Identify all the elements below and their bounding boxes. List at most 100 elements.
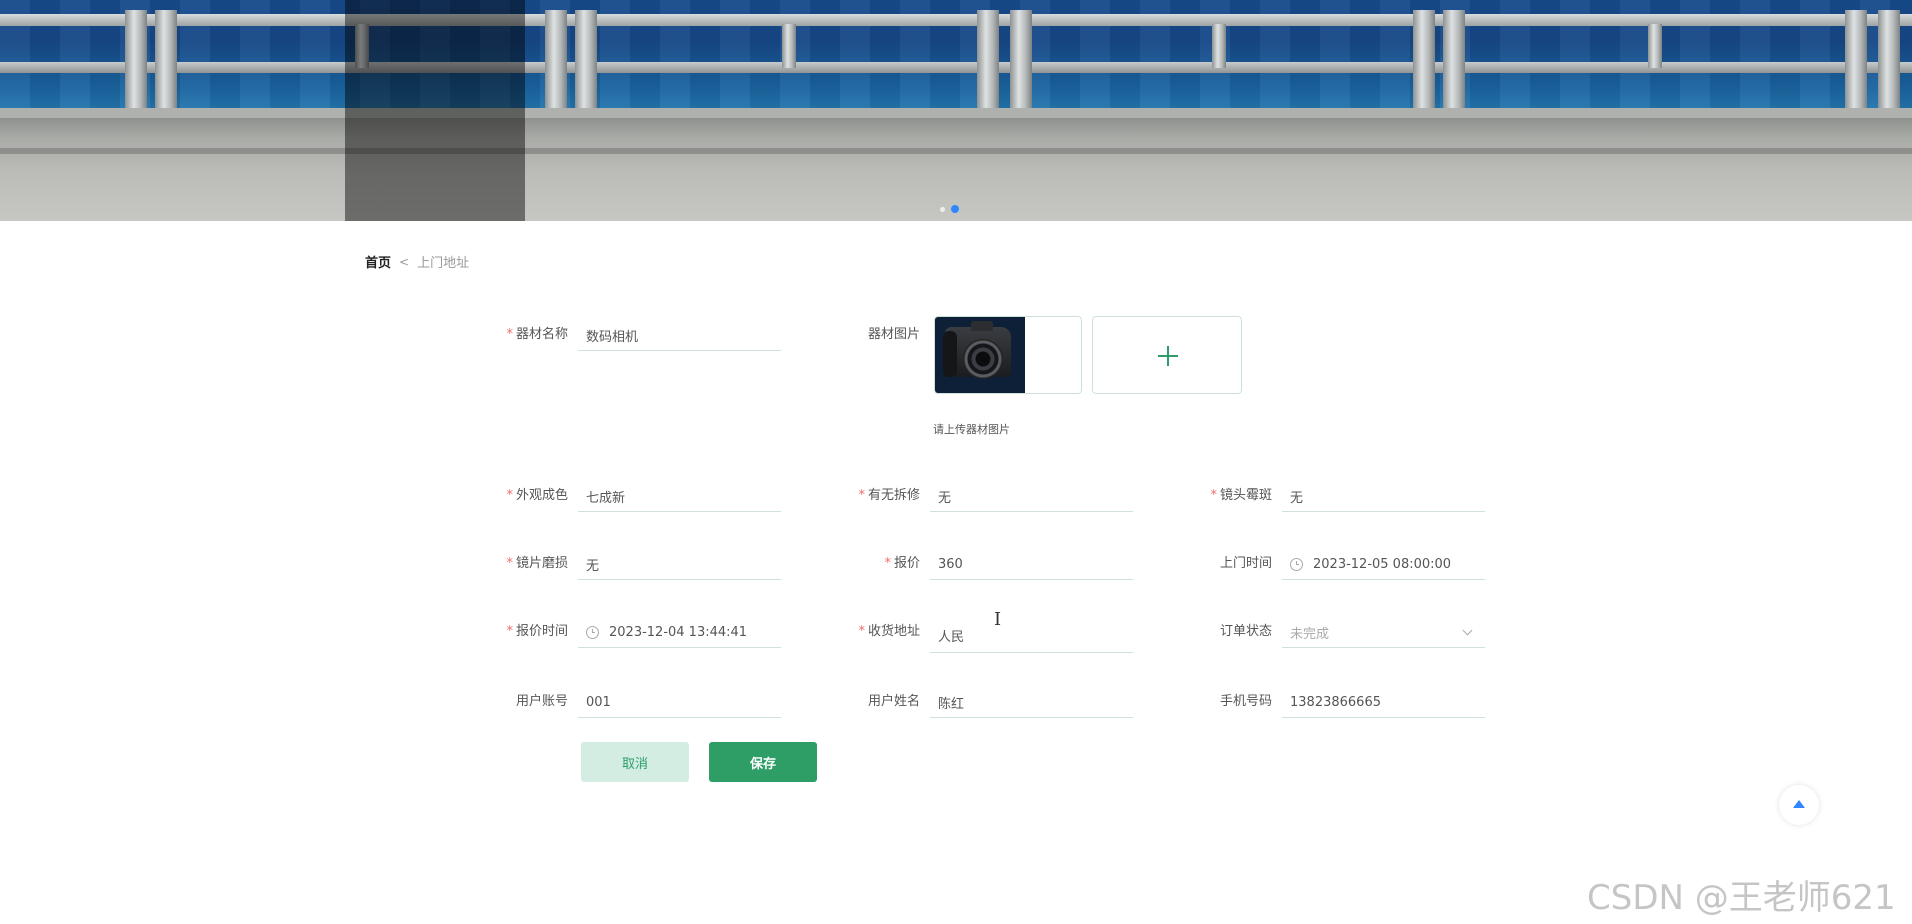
field-user-name: 用户姓名 [840, 688, 1133, 718]
field-phone: 手机号码 [1192, 688, 1485, 718]
repair-history-input[interactable] [930, 482, 1133, 512]
banner-post [1443, 10, 1465, 112]
chevron-down-icon [1462, 625, 1473, 636]
field-label-text: 报价 [893, 556, 920, 571]
required-mark: * [858, 488, 865, 503]
lens-mold-input[interactable] [1282, 482, 1485, 512]
breadcrumb-home[interactable]: 首页 [365, 252, 391, 271]
watermark: CSDN @王老师621 [1587, 878, 1896, 918]
required-mark: * [506, 327, 513, 342]
breadcrumb-separator: < [399, 254, 410, 269]
banner-post [125, 10, 147, 112]
field-label-text: 报价时间 [515, 624, 568, 639]
quote-time-value: 2023-12-04 13:44:41 [609, 625, 748, 640]
camera-photo [935, 317, 1025, 393]
banner-post [1010, 10, 1032, 112]
cancel-button[interactable]: 取消 [581, 742, 689, 782]
field-equipment-image: 器材图片 [840, 321, 920, 342]
order-status-select[interactable]: 未完成 [1282, 618, 1485, 648]
delivery-address-input[interactable] [930, 618, 1133, 653]
back-to-top-button[interactable] [1779, 785, 1819, 825]
banner-post [1878, 10, 1900, 112]
banner-post [1845, 10, 1867, 112]
banner-rail [0, 62, 1912, 73]
price-input[interactable] [930, 550, 1133, 580]
field-label: 订单状态 [1219, 624, 1272, 639]
order-status-placeholder: 未完成 [1290, 627, 1330, 642]
field-quote-time: * 报价时间 2023-12-04 13:44:41 [488, 618, 781, 648]
arrow-up-icon [1793, 800, 1805, 808]
banner-post [977, 10, 999, 112]
delivery-address-text[interactable] [938, 627, 1133, 643]
field-label: 上门时间 [1219, 556, 1272, 571]
field-order-status: 订单状态 未完成 [1192, 618, 1485, 648]
repair-history-text[interactable] [938, 489, 1133, 504]
breadcrumb-current: 上门地址 [417, 256, 470, 271]
banner-curb [0, 108, 1912, 118]
camera-top [971, 321, 993, 331]
camera-lens [963, 339, 1003, 379]
appearance-input[interactable] [578, 482, 781, 512]
clock-icon [1290, 558, 1303, 571]
field-label: 器材图片 [867, 327, 920, 342]
field-label: * 外观成色 [488, 482, 568, 503]
equipment-name-text[interactable] [586, 328, 781, 343]
lens-wear-input[interactable] [578, 550, 781, 580]
banner-post [782, 24, 796, 68]
lens-mold-text[interactable] [1290, 489, 1485, 504]
plus-icon [1167, 346, 1169, 366]
field-label: 手机号码 [1219, 694, 1272, 709]
field-label: * 器材名称 [488, 321, 568, 342]
visit-time-picker[interactable]: 2023-12-05 08:00:00 [1282, 550, 1485, 580]
appearance-text[interactable] [586, 489, 781, 504]
user-account-input[interactable] [578, 688, 781, 718]
user-account-text[interactable] [586, 695, 781, 710]
banner-carousel[interactable] [0, 0, 1912, 221]
banner-shade [345, 0, 525, 221]
required-mark: * [506, 624, 513, 639]
field-label: 用户账号 [515, 694, 568, 709]
price-text[interactable] [938, 557, 1133, 572]
field-equipment-name: * 器材名称 [488, 321, 781, 351]
banner-post [1648, 24, 1662, 68]
banner-post [575, 10, 597, 112]
upload-add-button[interactable] [1092, 316, 1242, 394]
lens-wear-text[interactable] [586, 557, 781, 572]
camera-grip [943, 331, 957, 377]
carousel-indicators [940, 205, 959, 213]
carousel-dot[interactable] [940, 206, 945, 212]
visit-time-value: 2023-12-05 08:00:00 [1313, 557, 1452, 572]
required-mark: * [1210, 488, 1217, 503]
field-label-text: 器材名称 [515, 327, 568, 342]
required-mark: * [506, 488, 513, 503]
equipment-name-input[interactable] [578, 321, 781, 351]
breadcrumb: 首页 < 上门地址 [365, 252, 470, 272]
save-button[interactable]: 保存 [709, 742, 817, 782]
banner-post [1413, 10, 1435, 112]
field-label: * 镜片磨损 [488, 550, 568, 571]
banner-rail [0, 14, 1912, 26]
page: 首页 < 上门地址 *器材名称 器材图片 请上传器材图片 *外观成色 [0, 0, 1912, 924]
quote-time-picker[interactable]: 2023-12-04 13:44:41 [578, 618, 781, 648]
field-label-text: 外观成色 [515, 488, 568, 503]
field-price: * 报价 [840, 550, 1133, 580]
field-label: * 报价时间 [488, 618, 568, 639]
phone-input[interactable] [1282, 688, 1485, 718]
field-appearance: * 外观成色 [488, 482, 781, 512]
required-mark: * [884, 556, 891, 571]
field-user-account: 用户账号 [488, 688, 781, 718]
field-label-text: 镜片磨损 [515, 556, 568, 571]
field-label-text: 有无拆修 [867, 488, 920, 503]
field-visit-time: 上门时间 2023-12-05 08:00:00 [1192, 550, 1485, 580]
required-mark: * [858, 624, 865, 639]
user-name-input[interactable] [930, 688, 1133, 718]
uploaded-image-thumbnail[interactable] [934, 316, 1082, 394]
carousel-dot-active[interactable] [951, 205, 959, 213]
banner-post [1212, 24, 1226, 68]
text-cursor-icon: I [994, 609, 1002, 630]
phone-text[interactable] [1290, 695, 1485, 710]
field-label: 用户姓名 [867, 694, 920, 709]
upload-tip: 请上传器材图片 [933, 423, 1010, 436]
field-label-text: 镜头霉斑 [1219, 488, 1272, 503]
user-name-text[interactable] [938, 695, 1133, 710]
